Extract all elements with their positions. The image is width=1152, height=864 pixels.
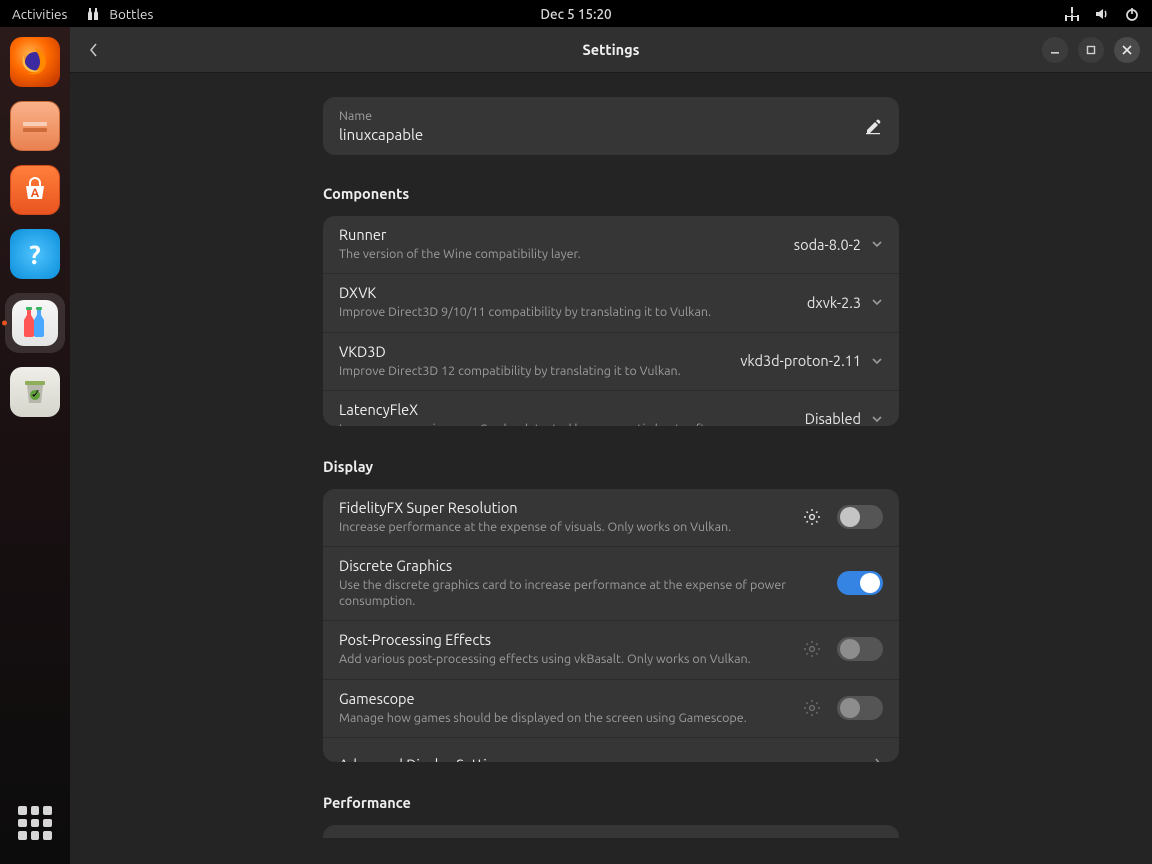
row-title: VKD3D [339, 343, 728, 360]
row-title: FidelityFX Super Resolution [339, 499, 785, 516]
fsr-toggle[interactable] [837, 505, 883, 529]
vkd3d-value: vkd3d-proton-2.11 [740, 352, 861, 369]
show-apps-button[interactable] [18, 806, 52, 840]
chevron-down-icon [871, 413, 883, 425]
bottles-app-icon[interactable] [5, 293, 65, 353]
vkd3d-row[interactable]: VKD3D Improve Direct3D 12 compatibility … [323, 332, 899, 390]
components-list: Runner The version of the Wine compatibi… [323, 216, 899, 426]
fsr-row: FidelityFX Super Resolution Increase per… [323, 489, 899, 546]
bottles-settings-window: Settings Name linuxcapable Componen [70, 27, 1152, 864]
components-heading: Components [323, 185, 899, 202]
page-title: Settings [583, 41, 640, 58]
post-processing-row: Post-Processing Effects Add various post… [323, 620, 899, 678]
row-subtitle: Increase performance at the expense of v… [339, 519, 785, 535]
row-subtitle: The version of the Wine compatibility la… [339, 246, 782, 262]
latencyflex-value: Disabled [805, 410, 861, 425]
close-button[interactable] [1114, 37, 1140, 63]
power-icon[interactable] [1124, 6, 1140, 22]
files-icon[interactable] [10, 101, 60, 151]
bottles-tray-icon [85, 6, 101, 22]
discrete-graphics-toggle[interactable] [837, 571, 883, 595]
network-icon[interactable] [1064, 6, 1080, 22]
performance-list [323, 825, 899, 838]
row-subtitle: Manage how games should be displayed on … [339, 710, 785, 726]
gamescope-row: Gamescope Manage how games should be dis… [323, 679, 899, 737]
topbar-datetime[interactable]: Dec 5 15:20 [540, 6, 611, 22]
row-subtitle: Use the discrete graphics card to increa… [339, 577, 825, 610]
minimize-button[interactable] [1042, 37, 1068, 63]
name-value: linuxcapable [339, 126, 865, 143]
chevron-down-icon [871, 238, 883, 250]
activities-button[interactable]: Activities [12, 6, 67, 22]
volume-icon[interactable] [1094, 6, 1110, 22]
row-subtitle: Increase responsiveness. Can be detected… [339, 421, 793, 426]
trash-icon[interactable] [10, 367, 60, 417]
runner-row[interactable]: Runner The version of the Wine compatibi… [323, 216, 899, 273]
gamescope-settings-button[interactable] [797, 693, 827, 723]
software-icon[interactable]: A [10, 165, 60, 215]
performance-heading: Performance [323, 794, 899, 811]
gamescope-toggle[interactable] [837, 696, 883, 720]
chevron-down-icon [871, 296, 883, 308]
running-indicator [2, 321, 7, 326]
row-title: Discrete Graphics [339, 557, 825, 574]
row-title: DXVK [339, 284, 795, 301]
back-button[interactable] [76, 32, 112, 68]
row-title: Runner [339, 226, 782, 243]
svg-text:A: A [31, 187, 40, 200]
row-subtitle: Improve Direct3D 12 compatibility by tra… [339, 363, 728, 379]
fsr-settings-button[interactable] [797, 502, 827, 532]
bottle-name-card[interactable]: Name linuxcapable [323, 97, 899, 155]
row-title: Advanced Display Settings [339, 756, 861, 763]
advanced-display-row[interactable]: Advanced Display Settings [323, 737, 899, 763]
topbar-app-indicator[interactable]: Bottles [85, 6, 153, 22]
display-heading: Display [323, 458, 899, 475]
chevron-down-icon [871, 355, 883, 367]
display-list: FidelityFX Super Resolution Increase per… [323, 489, 899, 763]
dxvk-value: dxvk-2.3 [807, 294, 861, 311]
row-title: LatencyFleX [339, 401, 793, 418]
row-title: Post-Processing Effects [339, 631, 785, 648]
headerbar: Settings [70, 27, 1152, 73]
edit-icon[interactable] [865, 117, 883, 135]
content-area: Name linuxcapable Components Runner The … [70, 73, 1152, 864]
discrete-graphics-row: Discrete Graphics Use the discrete graph… [323, 546, 899, 621]
row-subtitle: Add various post-processing effects usin… [339, 651, 785, 667]
row-title: Gamescope [339, 690, 785, 707]
help-icon[interactable]: ? [10, 229, 60, 279]
dxvk-row[interactable]: DXVK Improve Direct3D 9/10/11 compatibil… [323, 273, 899, 331]
latencyflex-row[interactable]: LatencyFleX Increase responsiveness. Can… [323, 390, 899, 426]
runner-value: soda-8.0-2 [794, 236, 861, 253]
post-processing-settings-button[interactable] [797, 634, 827, 664]
post-processing-toggle[interactable] [837, 637, 883, 661]
chevron-right-icon [873, 757, 883, 762]
maximize-button[interactable] [1078, 37, 1104, 63]
firefox-icon[interactable] [10, 37, 60, 87]
row-subtitle: Improve Direct3D 9/10/11 compatibility b… [339, 304, 795, 320]
topbar-app-name: Bottles [109, 6, 153, 22]
name-label: Name [339, 109, 865, 123]
ubuntu-dock: A ? [0, 27, 70, 864]
gnome-topbar: Activities Bottles Dec 5 15:20 [0, 0, 1152, 27]
